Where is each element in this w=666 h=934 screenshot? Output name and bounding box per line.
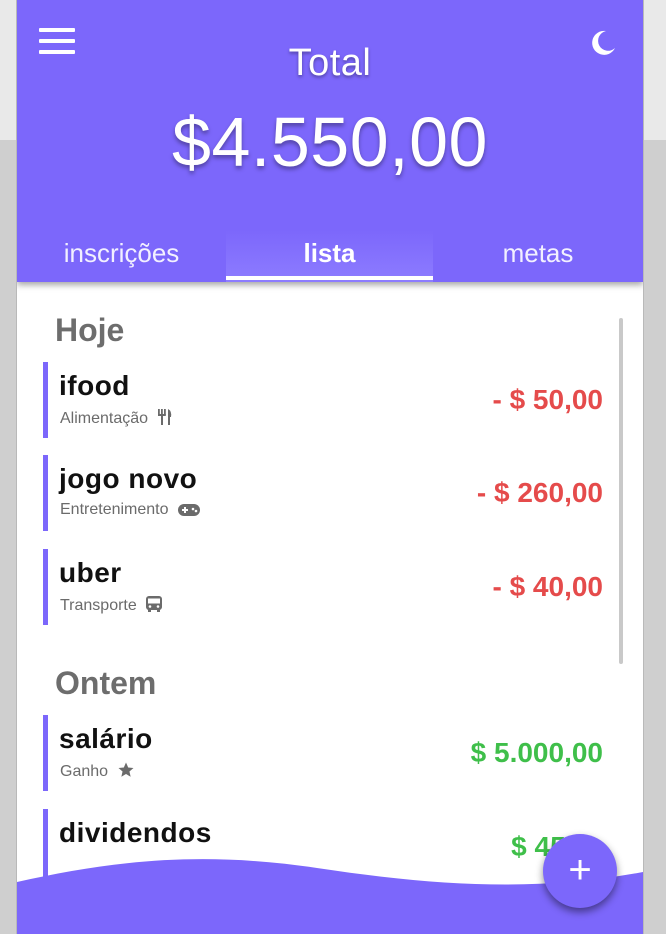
- section-title-ontem: Ontem: [55, 665, 157, 701]
- item-amount: - $ 260,00: [476, 477, 603, 508]
- item-accent-bar: [43, 549, 48, 625]
- tab-inscricoes[interactable]: inscrições: [17, 230, 226, 282]
- bus-icon: [146, 596, 163, 612]
- total-label: Total: [288, 42, 372, 84]
- item-accent-bar: [43, 455, 48, 531]
- list-item[interactable]: ifood Alimentação - $ 50,00: [43, 362, 603, 438]
- gamepad-icon: [177, 504, 200, 516]
- item-title: dividendos: [59, 817, 212, 848]
- list-item[interactable]: salário Ganho $ 5.000,00: [43, 715, 603, 791]
- item-category-label: Ganho: [60, 763, 109, 780]
- item-category-label: Transporte: [60, 597, 137, 614]
- total-value: $4.550,00: [172, 103, 488, 181]
- background-right: [642, 0, 666, 934]
- utensils-icon: [157, 409, 171, 425]
- item-category-label: Entretenimento: [60, 501, 169, 518]
- background-left: [0, 0, 16, 934]
- item-amount: $ 5.000,00: [470, 737, 603, 768]
- star-icon: [118, 762, 133, 777]
- tab-bar: inscrições lista metas: [17, 230, 643, 282]
- list-item[interactable]: jogo novo Entretenimento - $ 260,00: [43, 455, 603, 531]
- scrollbar[interactable]: [619, 318, 623, 664]
- app-frame: Total $4.550,00 inscrições lista metas H…: [16, 0, 644, 934]
- item-category: Transporte: [60, 595, 163, 615]
- item-title: jogo novo: [59, 463, 198, 494]
- item-amount: - $ 40,00: [492, 571, 603, 602]
- list-item[interactable]: uber Transporte - $ 40,00: [43, 549, 603, 625]
- item-category: Ganho: [60, 761, 135, 781]
- item-title: uber: [59, 557, 122, 588]
- add-transaction-button[interactable]: +: [543, 834, 617, 908]
- item-category: Entretenimento: [60, 501, 201, 519]
- active-tab-indicator: [226, 276, 433, 280]
- item-accent-bar: [43, 362, 48, 438]
- item-title: salário: [59, 723, 153, 754]
- tab-lista[interactable]: lista: [226, 230, 433, 282]
- section-title-hoje: Hoje: [55, 312, 125, 348]
- header: Total $4.550,00 inscrições lista metas: [17, 0, 643, 282]
- item-category: Alimentação: [60, 408, 173, 428]
- item-accent-bar: [43, 715, 48, 791]
- item-title: ifood: [59, 370, 130, 401]
- tab-metas[interactable]: metas: [433, 230, 643, 282]
- item-category-label: Alimentação: [60, 410, 149, 427]
- item-amount: - $ 50,00: [492, 384, 603, 415]
